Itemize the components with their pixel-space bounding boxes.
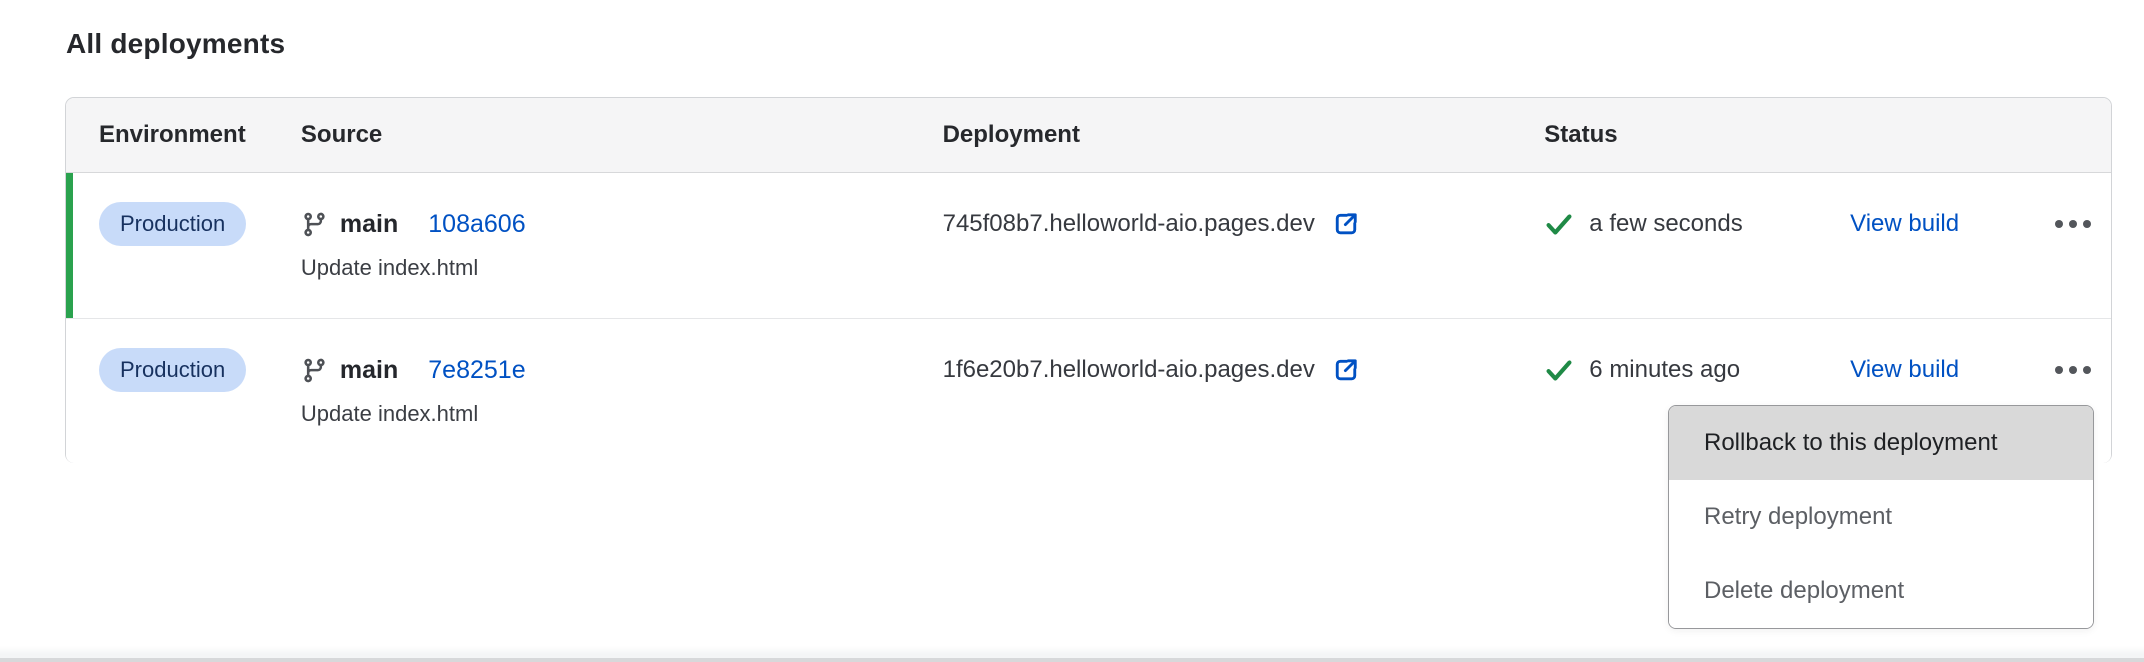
view-build-link[interactable]: View build (1850, 356, 1959, 384)
deployment-row-1: Production main 108a606 Update index.htm… (66, 173, 2111, 318)
menu-item-delete[interactable]: Delete deployment (1669, 554, 2093, 628)
ellipsis-icon (2055, 366, 2063, 374)
git-branch-icon (301, 211, 328, 238)
view-build-link[interactable]: View build (1850, 210, 1959, 238)
menu-item-retry[interactable]: Retry deployment (1669, 480, 2093, 554)
status-time: 6 minutes ago (1589, 356, 1740, 384)
commit-link[interactable]: 7e8251e (428, 356, 525, 385)
environment-badge: Production (99, 202, 246, 246)
page-title: All deployments (66, 28, 285, 60)
menu-item-rollback[interactable]: Rollback to this deployment (1669, 406, 2093, 480)
check-icon (1544, 211, 1574, 238)
ellipsis-icon (2055, 220, 2063, 228)
check-icon (1544, 357, 1574, 384)
more-actions-button[interactable] (2049, 347, 2097, 393)
branch-name: main (340, 356, 398, 385)
deployments-page: All deployments Environment Source Deplo… (0, 0, 2144, 662)
deployment-url: 745f08b7.helloworld-aio.pages.dev (943, 210, 1315, 238)
deployment-url: 1f6e20b7.helloworld-aio.pages.dev (943, 356, 1315, 384)
external-link-icon[interactable] (1331, 355, 1361, 385)
bottom-divider (0, 646, 2144, 662)
external-link-icon[interactable] (1331, 209, 1361, 239)
environment-badge: Production (99, 348, 246, 392)
branch-name: main (340, 210, 398, 239)
column-header-status: Status (1544, 121, 1850, 149)
commit-link[interactable]: 108a606 (428, 210, 525, 239)
git-branch-icon (301, 357, 328, 384)
table-header-row: Environment Source Deployment Status (66, 98, 2111, 173)
deployment-actions-menu: Rollback to this deployment Retry deploy… (1668, 405, 2094, 629)
status-time: a few seconds (1589, 210, 1742, 238)
more-actions-button[interactable] (2049, 201, 2097, 247)
commit-message: Update index.html (301, 401, 943, 427)
current-deployment-indicator (66, 173, 73, 318)
column-header-source: Source (301, 121, 943, 149)
commit-message: Update index.html (301, 255, 943, 281)
column-header-environment: Environment (99, 121, 301, 149)
column-header-deployment: Deployment (943, 121, 1545, 149)
